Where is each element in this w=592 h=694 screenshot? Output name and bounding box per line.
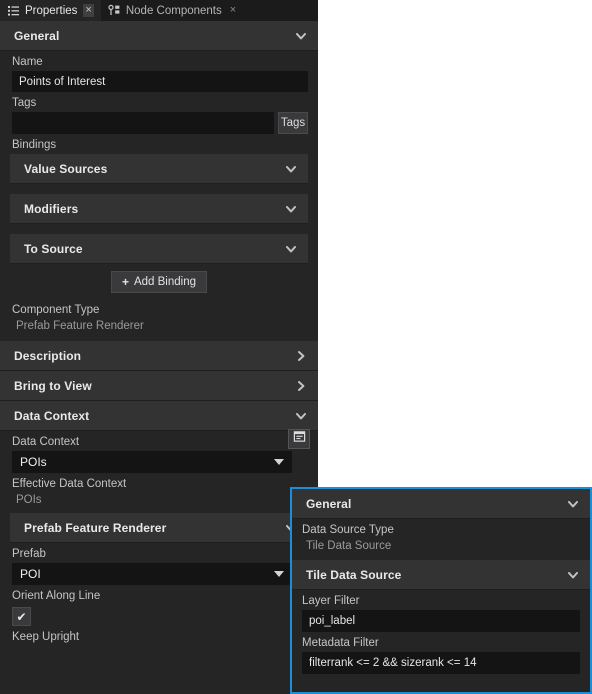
chevron-down-icon	[294, 29, 308, 43]
tab-node-components-label: Node Components	[125, 4, 222, 17]
keep-upright-label: Keep Upright	[12, 631, 80, 643]
binding-sections: Value Sources Modifiers To Source	[0, 154, 318, 264]
layer-filter-input[interactable]: poi_label	[302, 610, 580, 632]
section-title: To Source	[24, 241, 83, 256]
data-source-popup: General Data Source Type Tile Data Sourc…	[290, 487, 592, 694]
prefab-value: POI	[20, 567, 41, 581]
chevron-down-icon	[566, 497, 580, 511]
properties-body: General Name Points of Interest Tags Tag…	[0, 21, 318, 694]
tags-row: Tags	[12, 112, 308, 134]
metadata-filter-input[interactable]: filterrank <= 2 && sizerank <= 14	[302, 652, 580, 674]
chevron-down-icon	[274, 571, 284, 577]
orient-along-line-label: Orient Along Line	[12, 590, 101, 602]
chevron-down-icon	[284, 202, 298, 216]
section-header-value-sources[interactable]: Value Sources	[10, 154, 308, 184]
prefab-dropdown[interactable]: POI	[12, 563, 292, 585]
popup-section-header-tile-data-source[interactable]: Tile Data Source	[292, 560, 590, 590]
check-icon: ✔	[16, 609, 27, 624]
popup-section-header-general[interactable]: General	[292, 489, 590, 519]
bindings-label: Bindings	[12, 139, 57, 151]
tags-label: Tags	[12, 97, 37, 109]
node-components-icon	[108, 4, 121, 17]
section-title: Value Sources	[24, 161, 108, 176]
section-title: General	[306, 496, 352, 511]
section-header-data-context[interactable]: Data Context	[0, 401, 318, 431]
section-title: Prefab Feature Renderer	[24, 520, 167, 535]
section-header-description[interactable]: Description	[0, 341, 318, 371]
section-title: Modifiers	[24, 201, 79, 216]
tags-input[interactable]	[12, 112, 274, 134]
data-context-row: Data Context	[0, 429, 318, 451]
section-title: Data Context	[14, 408, 90, 423]
section-header-general[interactable]: General	[0, 21, 318, 51]
data-context-dropdown[interactable]: POIs	[12, 451, 292, 473]
effective-data-context-label: Effective Data Context	[12, 478, 127, 490]
section-header-to-source[interactable]: To Source	[10, 234, 308, 264]
panel-icon	[293, 430, 306, 448]
data-context-picker-button[interactable]	[288, 429, 310, 449]
prefab-label: Prefab	[12, 548, 46, 560]
layer-filter-label: Layer Filter	[302, 595, 360, 607]
chevron-down-icon	[274, 459, 284, 465]
add-binding-label: Add Binding	[133, 276, 197, 288]
add-binding-button[interactable]: + Add Binding	[110, 271, 208, 293]
section-title: General	[14, 28, 60, 43]
chevron-down-icon	[284, 242, 298, 256]
section-header-prefab-feature-renderer[interactable]: Prefab Feature Renderer	[10, 513, 308, 543]
orient-along-line-checkbox[interactable]: ✔	[12, 607, 31, 626]
section-title: Tile Data Source	[306, 567, 402, 582]
tags-button[interactable]: Tags	[278, 112, 308, 134]
close-icon[interactable]: ×	[83, 4, 94, 17]
section-header-bring-to-view[interactable]: Bring to View	[0, 371, 318, 401]
data-context-value: POIs	[20, 455, 47, 469]
chevron-down-icon	[566, 568, 580, 582]
tab-strip: Properties × Node Components ×	[0, 0, 318, 21]
properties-panel: Properties × Node Components × General N…	[0, 0, 318, 694]
data-source-type-label: Data Source Type	[302, 524, 394, 536]
tab-properties[interactable]: Properties ×	[0, 0, 101, 21]
close-icon[interactable]: ×	[228, 4, 238, 17]
app-root: Properties × Node Components × General N…	[0, 0, 592, 694]
list-icon	[7, 4, 20, 17]
data-source-type-value: Tile Data Source	[306, 540, 392, 552]
effective-data-context-value: POIs	[16, 494, 42, 506]
component-type-label: Component Type	[12, 304, 100, 316]
name-label: Name	[12, 56, 43, 68]
chevron-right-icon	[294, 379, 308, 393]
component-type-value: Prefab Feature Renderer	[16, 320, 144, 332]
plus-icon: +	[121, 275, 129, 289]
tab-properties-label: Properties	[25, 4, 78, 17]
section-title: Description	[14, 348, 82, 363]
metadata-filter-label: Metadata Filter	[302, 637, 379, 649]
chevron-down-icon	[284, 162, 298, 176]
section-header-modifiers[interactable]: Modifiers	[10, 194, 308, 224]
chevron-down-icon	[294, 409, 308, 423]
section-title: Bring to View	[14, 378, 92, 393]
name-input[interactable]: Points of Interest	[12, 71, 308, 92]
data-context-label: Data Context	[12, 436, 80, 448]
add-binding-row: + Add Binding	[0, 264, 318, 299]
tab-node-components[interactable]: Node Components ×	[101, 0, 245, 21]
chevron-right-icon	[294, 349, 308, 363]
